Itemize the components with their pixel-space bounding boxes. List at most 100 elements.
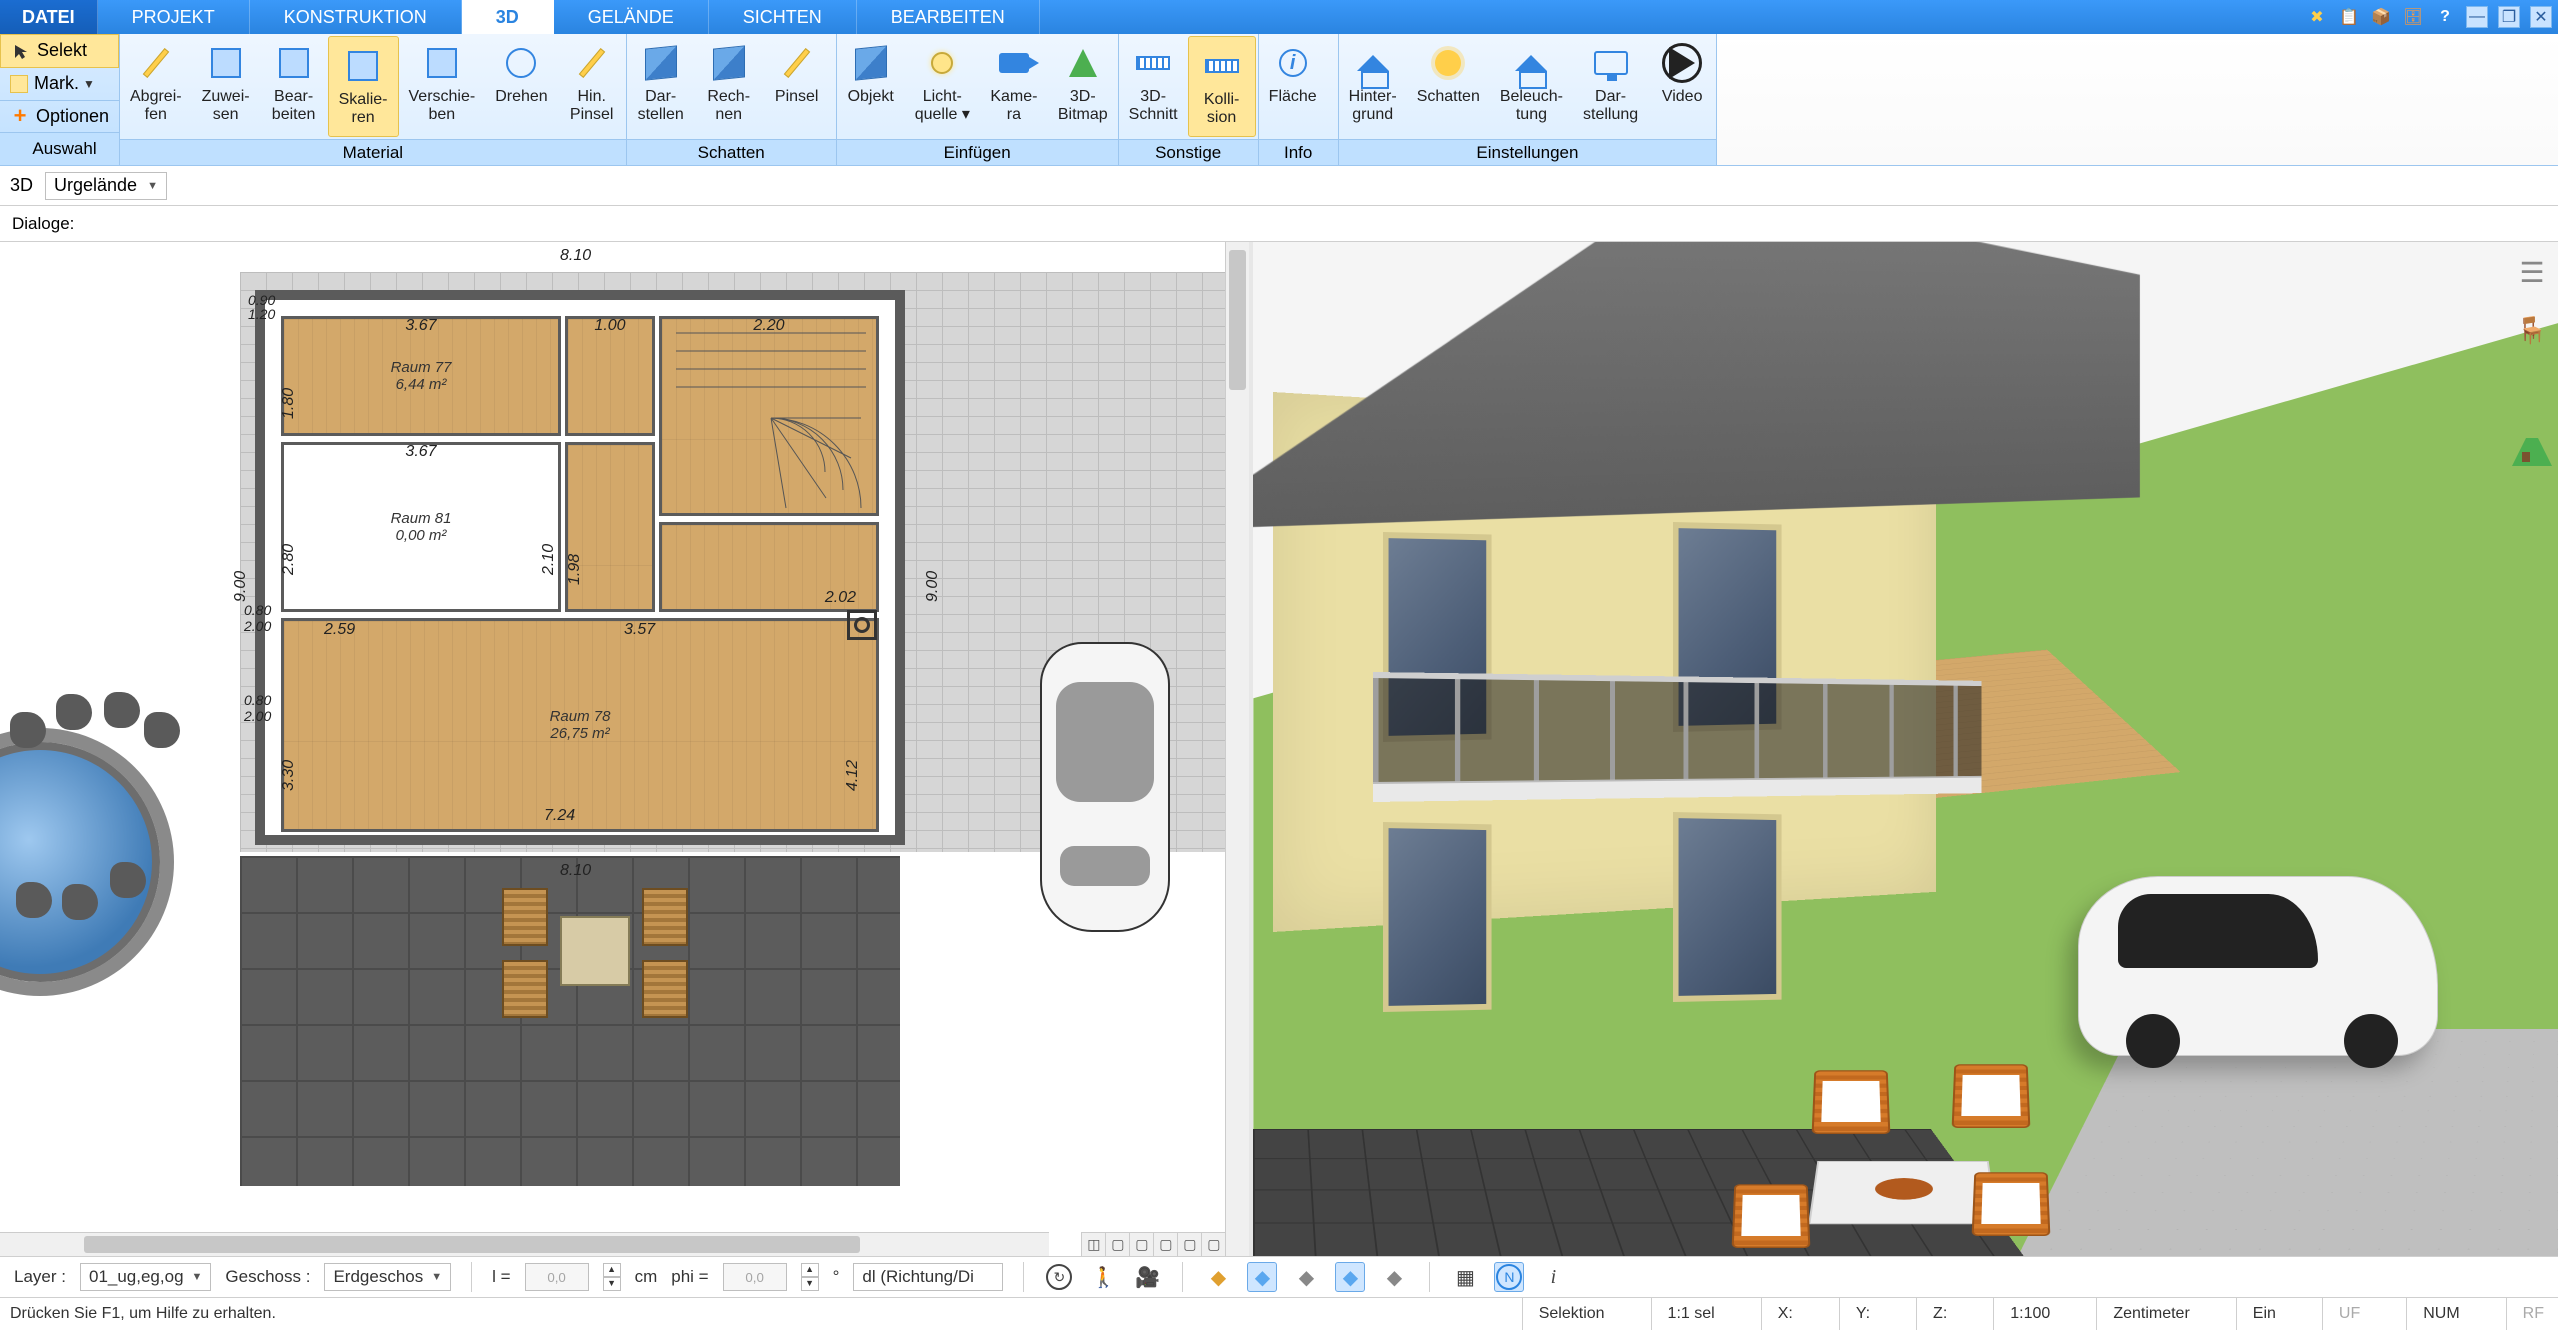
material-zuweisen-button[interactable]: Zuwei- sen: [192, 34, 260, 139]
insert-3dbitmap-button[interactable]: 3D- Bitmap: [1048, 34, 1118, 139]
phi-stepper[interactable]: ▲▼: [801, 1263, 819, 1291]
view-mode-5-icon[interactable]: ◆: [1379, 1262, 1409, 1292]
shadow-pinsel-button[interactable]: Pinsel: [763, 34, 831, 139]
eyedropper-icon: [143, 48, 169, 78]
insert-kamera-button[interactable]: Kame- ra: [980, 34, 1048, 139]
floorplan-canvas[interactable]: 3.67 Raum 77 6,44 m² 1.80 1.00 2.20: [0, 242, 1225, 1232]
viewport-panel-3[interactable]: ▢: [1153, 1232, 1177, 1256]
settings-hintergrund-button[interactable]: Hinter- grund: [1339, 34, 1407, 139]
info-flaeche-button[interactable]: iFläche: [1259, 34, 1327, 139]
misc-kollision-button[interactable]: Kolli- sion: [1188, 36, 1256, 137]
tools-icon[interactable]: ✖: [2306, 6, 2328, 28]
plants-tool-icon[interactable]: [2512, 426, 2552, 466]
menu-tab-datei[interactable]: DATEI: [0, 0, 98, 34]
move-icon: [427, 48, 457, 78]
material-skalieren-button[interactable]: Skalie- ren: [328, 36, 399, 137]
snap-north-icon[interactable]: N: [1494, 1262, 1524, 1292]
camera-path-icon[interactable]: 🎥: [1132, 1262, 1162, 1292]
package-icon[interactable]: 📦: [2370, 6, 2392, 28]
room-77[interactable]: 3.67 Raum 77 6,44 m² 1.80: [281, 316, 561, 436]
viewport-mini-controls: ◫ ▢ ▢ ▢ ▢ ▢: [1081, 1232, 1225, 1256]
options-tool[interactable]: + Optionen: [0, 101, 119, 134]
database-icon[interactable]: 🗄: [2402, 6, 2424, 28]
window-3d: [1383, 822, 1492, 1012]
scrollbar-thumb[interactable]: [1229, 250, 1246, 390]
step-up-icon[interactable]: ▲: [603, 1263, 621, 1277]
room-small-2[interactable]: 2.02: [659, 522, 879, 612]
viewport-panel-2[interactable]: ▢: [1129, 1232, 1153, 1256]
step-down-icon[interactable]: ▼: [801, 1277, 819, 1291]
view-mode-3-icon[interactable]: ◆: [1291, 1262, 1321, 1292]
step-up-icon[interactable]: ▲: [801, 1263, 819, 1277]
viewport-2d[interactable]: 3.67 Raum 77 6,44 m² 1.80 1.00 2.20: [0, 242, 1253, 1256]
dim-right: 9.00: [924, 571, 942, 602]
settings-beleuchtung-button[interactable]: Beleuch- tung: [1490, 34, 1573, 139]
settings-video-button[interactable]: Video: [1648, 34, 1716, 139]
viewport-panel-5[interactable]: ▢: [1201, 1232, 1225, 1256]
phi-input[interactable]: [723, 1263, 787, 1291]
view-mode-4-icon[interactable]: ◆: [1335, 1262, 1365, 1292]
scrollbar-horizontal[interactable]: [0, 1232, 1049, 1256]
history-icon[interactable]: ↻: [1044, 1262, 1074, 1292]
viewport-panel-4[interactable]: ▢: [1177, 1232, 1201, 1256]
scrollbar-thumb[interactable]: [84, 1236, 861, 1253]
layer-select[interactable]: 01_ug,eg,og▼: [80, 1263, 211, 1291]
scrollbar-vertical[interactable]: [1225, 242, 1249, 1256]
viewport-split-toggle[interactable]: ◫: [1081, 1232, 1105, 1256]
menu-tab-sichten[interactable]: SICHTEN: [709, 0, 857, 34]
menu-tab-bearbeiten[interactable]: BEARBEITEN: [857, 0, 1040, 34]
chevron-down-icon: ▼: [192, 1271, 203, 1283]
settings-schatten-button[interactable]: Schatten: [1407, 34, 1490, 139]
settings-darstellung-button[interactable]: Dar- stellung: [1573, 34, 1648, 139]
view-mode-1-icon[interactable]: ◆: [1203, 1262, 1233, 1292]
material-hintergrund-pinsel-button[interactable]: Hin. Pinsel: [558, 34, 626, 139]
window-close-button[interactable]: ✕: [2530, 6, 2552, 28]
viewport-3d[interactable]: ☰ 🪑: [1253, 242, 2558, 1256]
user-walk-icon[interactable]: 🚶: [1088, 1262, 1118, 1292]
step-down-icon[interactable]: ▼: [603, 1277, 621, 1291]
help-icon[interactable]: ?: [2434, 6, 2456, 28]
material-bearbeiten-button[interactable]: Bear- beiten: [260, 34, 328, 139]
dl-select[interactable]: dl (Richtung/Di: [853, 1263, 1003, 1291]
menu-tab-konstruktion[interactable]: KONSTRUKTION: [250, 0, 462, 34]
length-stepper[interactable]: ▲▼: [603, 1263, 621, 1291]
misc-3dschnitt-button[interactable]: 3D- Schnitt: [1119, 34, 1188, 139]
menu-tab-projekt[interactable]: PROJEKT: [98, 0, 250, 34]
ribbon-selection-group-label: Auswahl: [0, 133, 119, 165]
grid-toggle-icon[interactable]: ▦: [1450, 1262, 1480, 1292]
layers-tool-icon[interactable]: ☰: [2512, 252, 2552, 292]
material-verschieben-button[interactable]: Verschie- ben: [399, 34, 486, 139]
insert-objekt-button[interactable]: Objekt: [837, 34, 905, 139]
info-cursor-icon[interactable]: i: [1538, 1262, 1568, 1292]
chair-icon: [642, 888, 688, 946]
status-ratio: 1:1 sel: [1651, 1298, 1731, 1330]
window-3d: [1673, 812, 1782, 1002]
insert-lichtquelle-button[interactable]: Licht- quelle ▾: [905, 34, 980, 139]
shadow-rechnen-button[interactable]: Rech- nen: [695, 34, 763, 139]
window-restore-button[interactable]: ❐: [2498, 6, 2520, 28]
material-drehen-button[interactable]: Drehen: [485, 34, 557, 139]
view-mode-2-icon[interactable]: ◆: [1247, 1262, 1277, 1292]
room-79[interactable]: 1.00: [565, 316, 655, 436]
shadow-darstellen-button[interactable]: Dar- stellen: [627, 34, 695, 139]
length-input[interactable]: [525, 1263, 589, 1291]
window-minimize-button[interactable]: —: [2466, 6, 2488, 28]
mode-label: 3D: [10, 175, 33, 196]
room-81[interactable]: 3.67 Raum 81 0,00 m² 2.80 2.10: [281, 442, 561, 612]
material-abgreifen-button[interactable]: Abgrei- fen: [120, 34, 192, 139]
viewport-panel-1[interactable]: ▢: [1105, 1232, 1129, 1256]
materials-tool-icon[interactable]: [2512, 368, 2552, 408]
menu-tab-3d[interactable]: 3D: [462, 0, 554, 34]
menu-tab-gelaende[interactable]: GELÄNDE: [554, 0, 709, 34]
clipboard-icon[interactable]: 📋: [2338, 6, 2360, 28]
shrub-icon: [110, 862, 146, 898]
select-tool[interactable]: Selekt: [0, 34, 119, 68]
room-78[interactable]: 2.59 3.57 Raum 78 26,75 m² 7.24 3.30 4.1…: [281, 618, 879, 832]
room-stair[interactable]: 2.20: [659, 316, 879, 516]
furniture-tool-icon[interactable]: 🪑: [2512, 310, 2552, 350]
geschoss-select[interactable]: Erdgeschos▼: [324, 1263, 451, 1291]
viewport-side-tools: ☰ 🪑: [2512, 252, 2552, 466]
mark-tool[interactable]: Mark. ▼: [0, 68, 119, 101]
room-small-1[interactable]: 1.98: [565, 442, 655, 612]
view-dropdown[interactable]: Urgelände ▼: [45, 172, 167, 200]
